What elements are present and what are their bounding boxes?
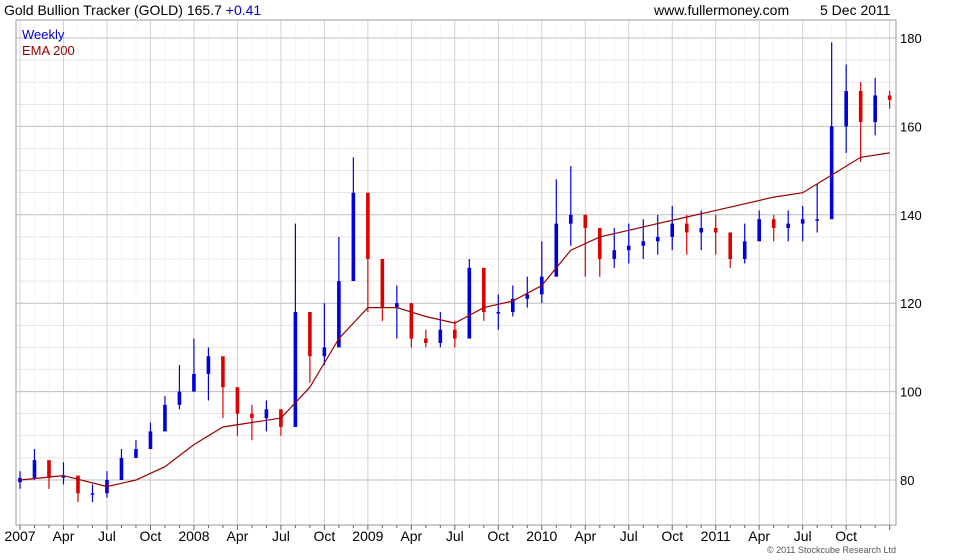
x-tick-label: Oct: [835, 528, 857, 544]
candle-body: [206, 356, 211, 374]
y-tick-label: 160: [900, 119, 922, 134]
candle-body: [438, 329, 443, 343]
candle-body: [815, 219, 819, 221]
x-tick-label: Oct: [140, 528, 162, 544]
candle-body: [453, 329, 457, 339]
x-tick-label: 2007: [4, 528, 35, 544]
x-tick-label: Jul: [272, 528, 290, 544]
candle-body: [366, 192, 370, 259]
candle-body: [887, 95, 892, 100]
x-tick-label: Apr: [53, 528, 75, 544]
candle-body: [873, 95, 877, 122]
candle-body: [47, 460, 51, 478]
candle-body: [496, 312, 501, 314]
x-tick-label: Oct: [313, 528, 335, 544]
candle-body: [32, 460, 37, 478]
candle-body: [163, 404, 167, 432]
candle-body: [742, 241, 747, 259]
x-tick-label: Jul: [794, 528, 812, 544]
candle-body: [525, 294, 530, 299]
x-tick-label: Jul: [620, 528, 638, 544]
candle-body: [482, 267, 486, 313]
candle-body: [728, 232, 733, 259]
candle-body: [670, 223, 675, 237]
candle-body: [467, 267, 472, 339]
candle-body: [771, 219, 776, 229]
y-tick-label: 180: [900, 31, 922, 46]
x-tick-label: Jul: [446, 528, 464, 544]
candle-body: [192, 373, 196, 392]
copyright-text: © 2011 Stockcube Research Ltd: [766, 545, 896, 555]
candle-body: [90, 493, 95, 495]
price-chart: 80 100 120 140 160 180 2007 Apr Jul Oct 2008 Apr Ju…: [4, 19, 922, 544]
y-axis: 80 100 120 140 160 180: [900, 31, 922, 488]
x-axis: 2007 Apr Jul Oct 2008 Apr Jul Oct 2009 Apr Jul Oct 2…: [4, 525, 891, 544]
x-tick-label: Apr: [574, 528, 596, 544]
candle-body: [322, 347, 327, 357]
candle-body: [235, 387, 240, 414]
candle-body: [308, 312, 312, 357]
candle-body: [148, 431, 153, 450]
candle-body: [655, 236, 660, 242]
x-tick-label: Oct: [661, 528, 683, 544]
candle-body: [684, 223, 689, 233]
x-tick-label: Jul: [98, 528, 116, 544]
x-tick-label: 2008: [178, 528, 209, 544]
candle-body: [583, 214, 588, 229]
candle-body: [380, 259, 385, 308]
x-tick-label: Apr: [400, 528, 422, 544]
y-tick-label: 120: [900, 296, 922, 311]
candle-body: [177, 391, 182, 405]
candle-body: [409, 303, 414, 339]
candle-body: [612, 250, 617, 259]
candle-body: [134, 449, 138, 458]
legend-weekly: Weekly: [22, 27, 65, 42]
y-tick-label: 140: [900, 208, 922, 223]
candle-body: [858, 91, 863, 122]
candle-body: [351, 192, 356, 282]
candle-body: [395, 303, 399, 308]
candle-body: [757, 219, 762, 242]
x-tick-label: Apr: [227, 528, 249, 544]
candle-body: [713, 228, 718, 233]
candle-body: [221, 356, 225, 388]
candle-body: [568, 214, 573, 224]
x-tick-label: Oct: [487, 528, 509, 544]
candle-body: [424, 338, 428, 343]
x-tick-label: 2009: [352, 528, 383, 544]
candle-body: [786, 223, 790, 229]
candle-body: [626, 245, 631, 251]
plot-frame: [15, 19, 897, 526]
legend-ema-200: EMA 200: [22, 43, 75, 58]
candle-body: [844, 91, 848, 127]
x-tick-label: Apr: [748, 528, 770, 544]
candle-body: [76, 475, 80, 494]
y-tick-label: 80: [900, 473, 914, 488]
candle-body: [829, 126, 834, 220]
candle-body: [641, 241, 646, 246]
x-tick-label: 2010: [526, 528, 557, 544]
candle-body: [250, 413, 254, 419]
y-tick-label: 100: [900, 385, 922, 400]
candle-body: [699, 228, 704, 233]
candle-body: [264, 409, 269, 419]
candle-body: [800, 219, 805, 224]
x-tick-label: 2011: [701, 528, 731, 544]
candle-body: [293, 312, 298, 427]
candle-body: [119, 457, 124, 480]
candle-body: [597, 228, 602, 259]
